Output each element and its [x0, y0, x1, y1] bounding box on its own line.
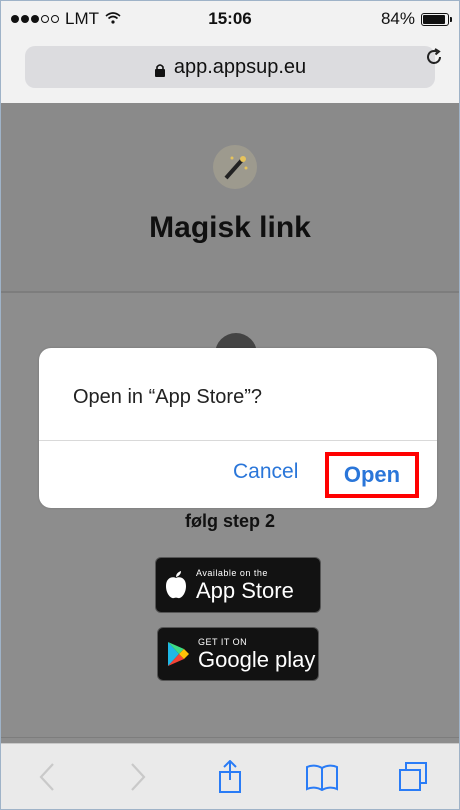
browser-header: app.appsup.eu	[1, 37, 459, 104]
open-button[interactable]: Open	[325, 452, 419, 498]
alert-message: Open in “App Store”?	[73, 386, 262, 408]
magic-wand-icon	[213, 145, 257, 189]
bookmarks-icon[interactable]	[300, 755, 344, 799]
battery-group: 84%	[380, 9, 452, 29]
lock-icon	[154, 60, 166, 77]
page-title: Magisk link	[149, 211, 311, 244]
google-play-badge[interactable]: GET IT ON Google play	[157, 627, 319, 681]
carrier-name: LMT	[65, 9, 99, 28]
signal-strength-icon	[11, 15, 59, 23]
status-bar: LMT 15:06 84%	[1, 1, 459, 37]
share-icon[interactable]	[208, 755, 252, 799]
open-app-alert: Open in “App Store”? Cancel Open	[39, 348, 437, 508]
wifi-icon	[105, 9, 121, 29]
url-text: app.appsup.eu	[173, 55, 307, 78]
apple-icon	[156, 570, 196, 600]
bottom-divider	[1, 737, 459, 738]
google-badge-big: Google play	[198, 646, 316, 672]
tabs-icon[interactable]	[391, 755, 435, 799]
cancel-button[interactable]: Cancel	[233, 460, 298, 484]
carrier-group: LMT	[11, 9, 121, 29]
apple-badge-big: App Store	[196, 577, 294, 603]
battery-icon	[421, 12, 452, 26]
battery-percent: 84%	[380, 9, 415, 28]
google-badge-small: GET IT ON	[198, 636, 248, 647]
browser-toolbar	[1, 743, 459, 809]
step-instruction: følg step 2	[184, 511, 275, 531]
apple-badge-small: Available on the	[196, 567, 268, 578]
page-hero	[1, 103, 459, 291]
alert-separator	[39, 440, 437, 441]
app-store-badge[interactable]: Available on the App Store	[155, 557, 321, 613]
address-bar[interactable]: app.appsup.eu	[25, 46, 435, 88]
section-divider	[1, 291, 459, 293]
back-icon[interactable]	[25, 755, 69, 799]
google-play-icon	[158, 640, 198, 668]
forward-icon[interactable]	[116, 755, 160, 799]
phone-screen: LMT 15:06 84% app.appsup.eu Magisk link	[0, 0, 460, 810]
reload-icon[interactable]	[423, 46, 445, 74]
